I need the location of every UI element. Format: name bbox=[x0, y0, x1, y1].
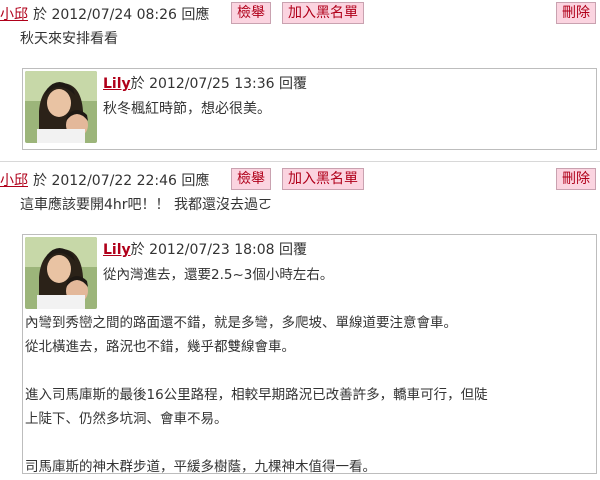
reply-header: Lily於 2012/07/25 13:36 回覆 bbox=[103, 73, 307, 93]
comment-header: 小邱 於 2012/07/22 22:46 回應 檢舉 加入黑名單 刪除 bbox=[0, 168, 600, 190]
reply-author-link[interactable]: Lily bbox=[103, 242, 131, 258]
reply-author-link[interactable]: Lily bbox=[103, 76, 131, 92]
reply-paragraph-spacer bbox=[103, 431, 488, 455]
add-to-blacklist-button[interactable]: 加入黑名單 bbox=[282, 2, 364, 24]
report-button[interactable]: 檢舉 bbox=[231, 168, 271, 190]
reply-paragraph-spacer bbox=[103, 287, 488, 311]
reply-box: Lily於 2012/07/25 13:36 回覆 秋冬楓紅時節，想必很美。 bbox=[22, 68, 597, 150]
comment-text: 這車應該要開4hr吧！！ 我都還沒去過ㄛ bbox=[20, 197, 272, 213]
comment-2: 小邱 於 2012/07/22 22:46 回應 檢舉 加入黑名單 刪除 這車應… bbox=[0, 166, 600, 480]
reply-text: 從內灣進去，還要2.5~3個小時左右。 內彎到秀巒之間的路面還不錯，就是多彎，多… bbox=[25, 263, 488, 479]
reply-text: 秋冬楓紅時節，想必很美。 bbox=[103, 97, 271, 121]
reply-paragraph-spacer bbox=[103, 359, 488, 383]
avatar bbox=[25, 71, 97, 143]
reply-box: Lily於 2012/07/23 18:08 回覆 從內灣進去，還要2.5~3個… bbox=[22, 234, 597, 475]
reply-paragraph: 司馬庫斯的神木群步道，平緩多樹蔭，九棵神木值得一看。 bbox=[25, 459, 376, 475]
avatar bbox=[25, 237, 97, 309]
reply-paragraph: 內彎到秀巒之間的路面還不錯，就是多彎，多爬坡、單線道要注意會車。 bbox=[25, 315, 457, 331]
delete-button[interactable]: 刪除 bbox=[556, 168, 596, 190]
report-button[interactable]: 檢舉 bbox=[231, 2, 271, 24]
reply-paragraph: 從北橫進去，路況也不錯，幾乎都雙線會車。 bbox=[25, 339, 295, 355]
comment-divider bbox=[0, 161, 600, 162]
reply-meta: 於 2012/07/25 13:36 回覆 bbox=[130, 76, 308, 92]
comment-text: 秋天來安排看看 bbox=[20, 31, 118, 47]
comment-meta: 於 2012/07/22 22:46 回應 bbox=[33, 173, 210, 189]
add-to-blacklist-button[interactable]: 加入黑名單 bbox=[282, 168, 364, 190]
reply-paragraph: 進入司馬庫斯的最後16公里路程，相較早期路況已改善許多，轎車可行，但陡 bbox=[25, 387, 488, 403]
reply-paragraph: 秋冬楓紅時節，想必很美。 bbox=[103, 101, 271, 117]
comment-header: 小邱 於 2012/07/24 08:26 回應 檢舉 加入黑名單 刪除 bbox=[0, 2, 600, 24]
comment-1: 小邱 於 2012/07/24 08:26 回應 檢舉 加入黑名單 刪除 秋天來… bbox=[0, 0, 600, 158]
reply-paragraph: 從內灣進去，還要2.5~3個小時左右。 bbox=[103, 267, 334, 283]
reply-header: Lily於 2012/07/23 18:08 回覆 bbox=[103, 239, 307, 259]
comment-author-link[interactable]: 小邱 bbox=[0, 170, 28, 190]
delete-button[interactable]: 刪除 bbox=[556, 2, 596, 24]
avatar-photo-icon bbox=[25, 237, 97, 309]
comment-meta: 於 2012/07/24 08:26 回應 bbox=[33, 7, 210, 23]
reply-meta: 於 2012/07/23 18:08 回覆 bbox=[130, 242, 308, 258]
reply-paragraph: 上陡下、仍然多坑洞、會車不易。 bbox=[25, 411, 228, 427]
avatar-photo-icon bbox=[25, 71, 97, 143]
comment-author-link[interactable]: 小邱 bbox=[0, 4, 28, 24]
